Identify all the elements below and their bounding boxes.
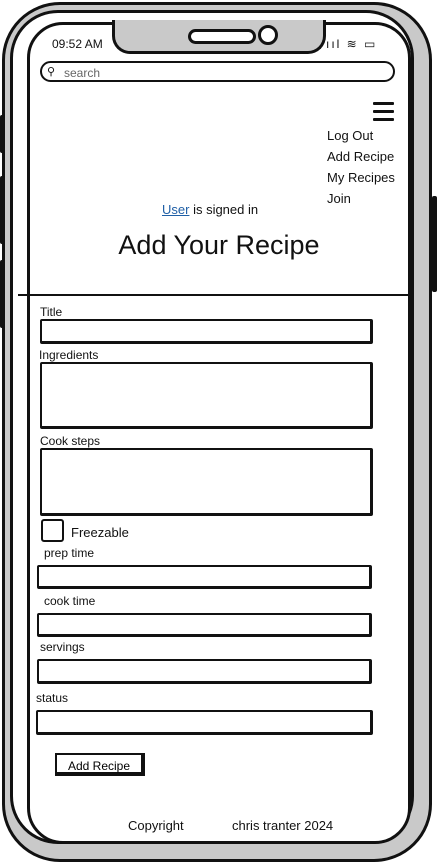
search-placeholder: search [64, 66, 101, 80]
signed-in-status: User is signed in [162, 202, 258, 217]
title-label: Title [40, 305, 63, 319]
menu-item-add-recipe[interactable]: Add Recipe [327, 146, 395, 167]
front-camera [258, 25, 278, 45]
header-divider [18, 294, 408, 296]
cook-time-label: cook time [44, 594, 96, 608]
status-field[interactable] [36, 710, 373, 735]
add-recipe-button[interactable]: Add Recipe [55, 753, 145, 776]
cook-time-field[interactable] [37, 613, 372, 637]
title-field[interactable] [40, 319, 373, 344]
user-link[interactable]: User [162, 202, 189, 217]
signal-wifi-battery-icon: ııl ≋ ▭ [326, 37, 378, 51]
hamburger-menu-icon[interactable] [373, 102, 394, 121]
status-time: 09:52 AM [52, 37, 103, 51]
footer-copyright: Copyright [128, 818, 184, 833]
ingredients-field[interactable] [40, 362, 373, 429]
ingredients-label: Ingredients [39, 348, 99, 362]
page-title: Add Your Recipe [118, 230, 320, 260]
speaker-grille [188, 29, 256, 44]
cook-steps-label: Cook steps [40, 434, 101, 448]
signed-in-text: is signed in [189, 202, 259, 217]
prep-time-label: prep time [44, 546, 95, 560]
cook-steps-field[interactable] [40, 448, 373, 516]
menu-item-log-out[interactable]: Log Out [327, 125, 395, 146]
menu-item-join[interactable]: Join [327, 188, 395, 209]
servings-field[interactable] [37, 659, 372, 684]
search-icon: ⚲ [47, 66, 56, 78]
nav-menu: Log Out Add Recipe My Recipes Join [327, 125, 395, 209]
menu-item-my-recipes[interactable]: My Recipes [327, 167, 395, 188]
freezable-label: Freezable [71, 525, 129, 540]
mute-switch [0, 115, 5, 153]
footer-author: chris tranter 2024 [232, 818, 334, 833]
status-label: status [36, 691, 69, 705]
volume-down-button [0, 260, 5, 328]
prep-time-field[interactable] [37, 565, 372, 589]
servings-label: servings [40, 640, 85, 654]
search-input[interactable]: ⚲ search [40, 61, 395, 82]
freezable-checkbox[interactable] [41, 519, 64, 542]
